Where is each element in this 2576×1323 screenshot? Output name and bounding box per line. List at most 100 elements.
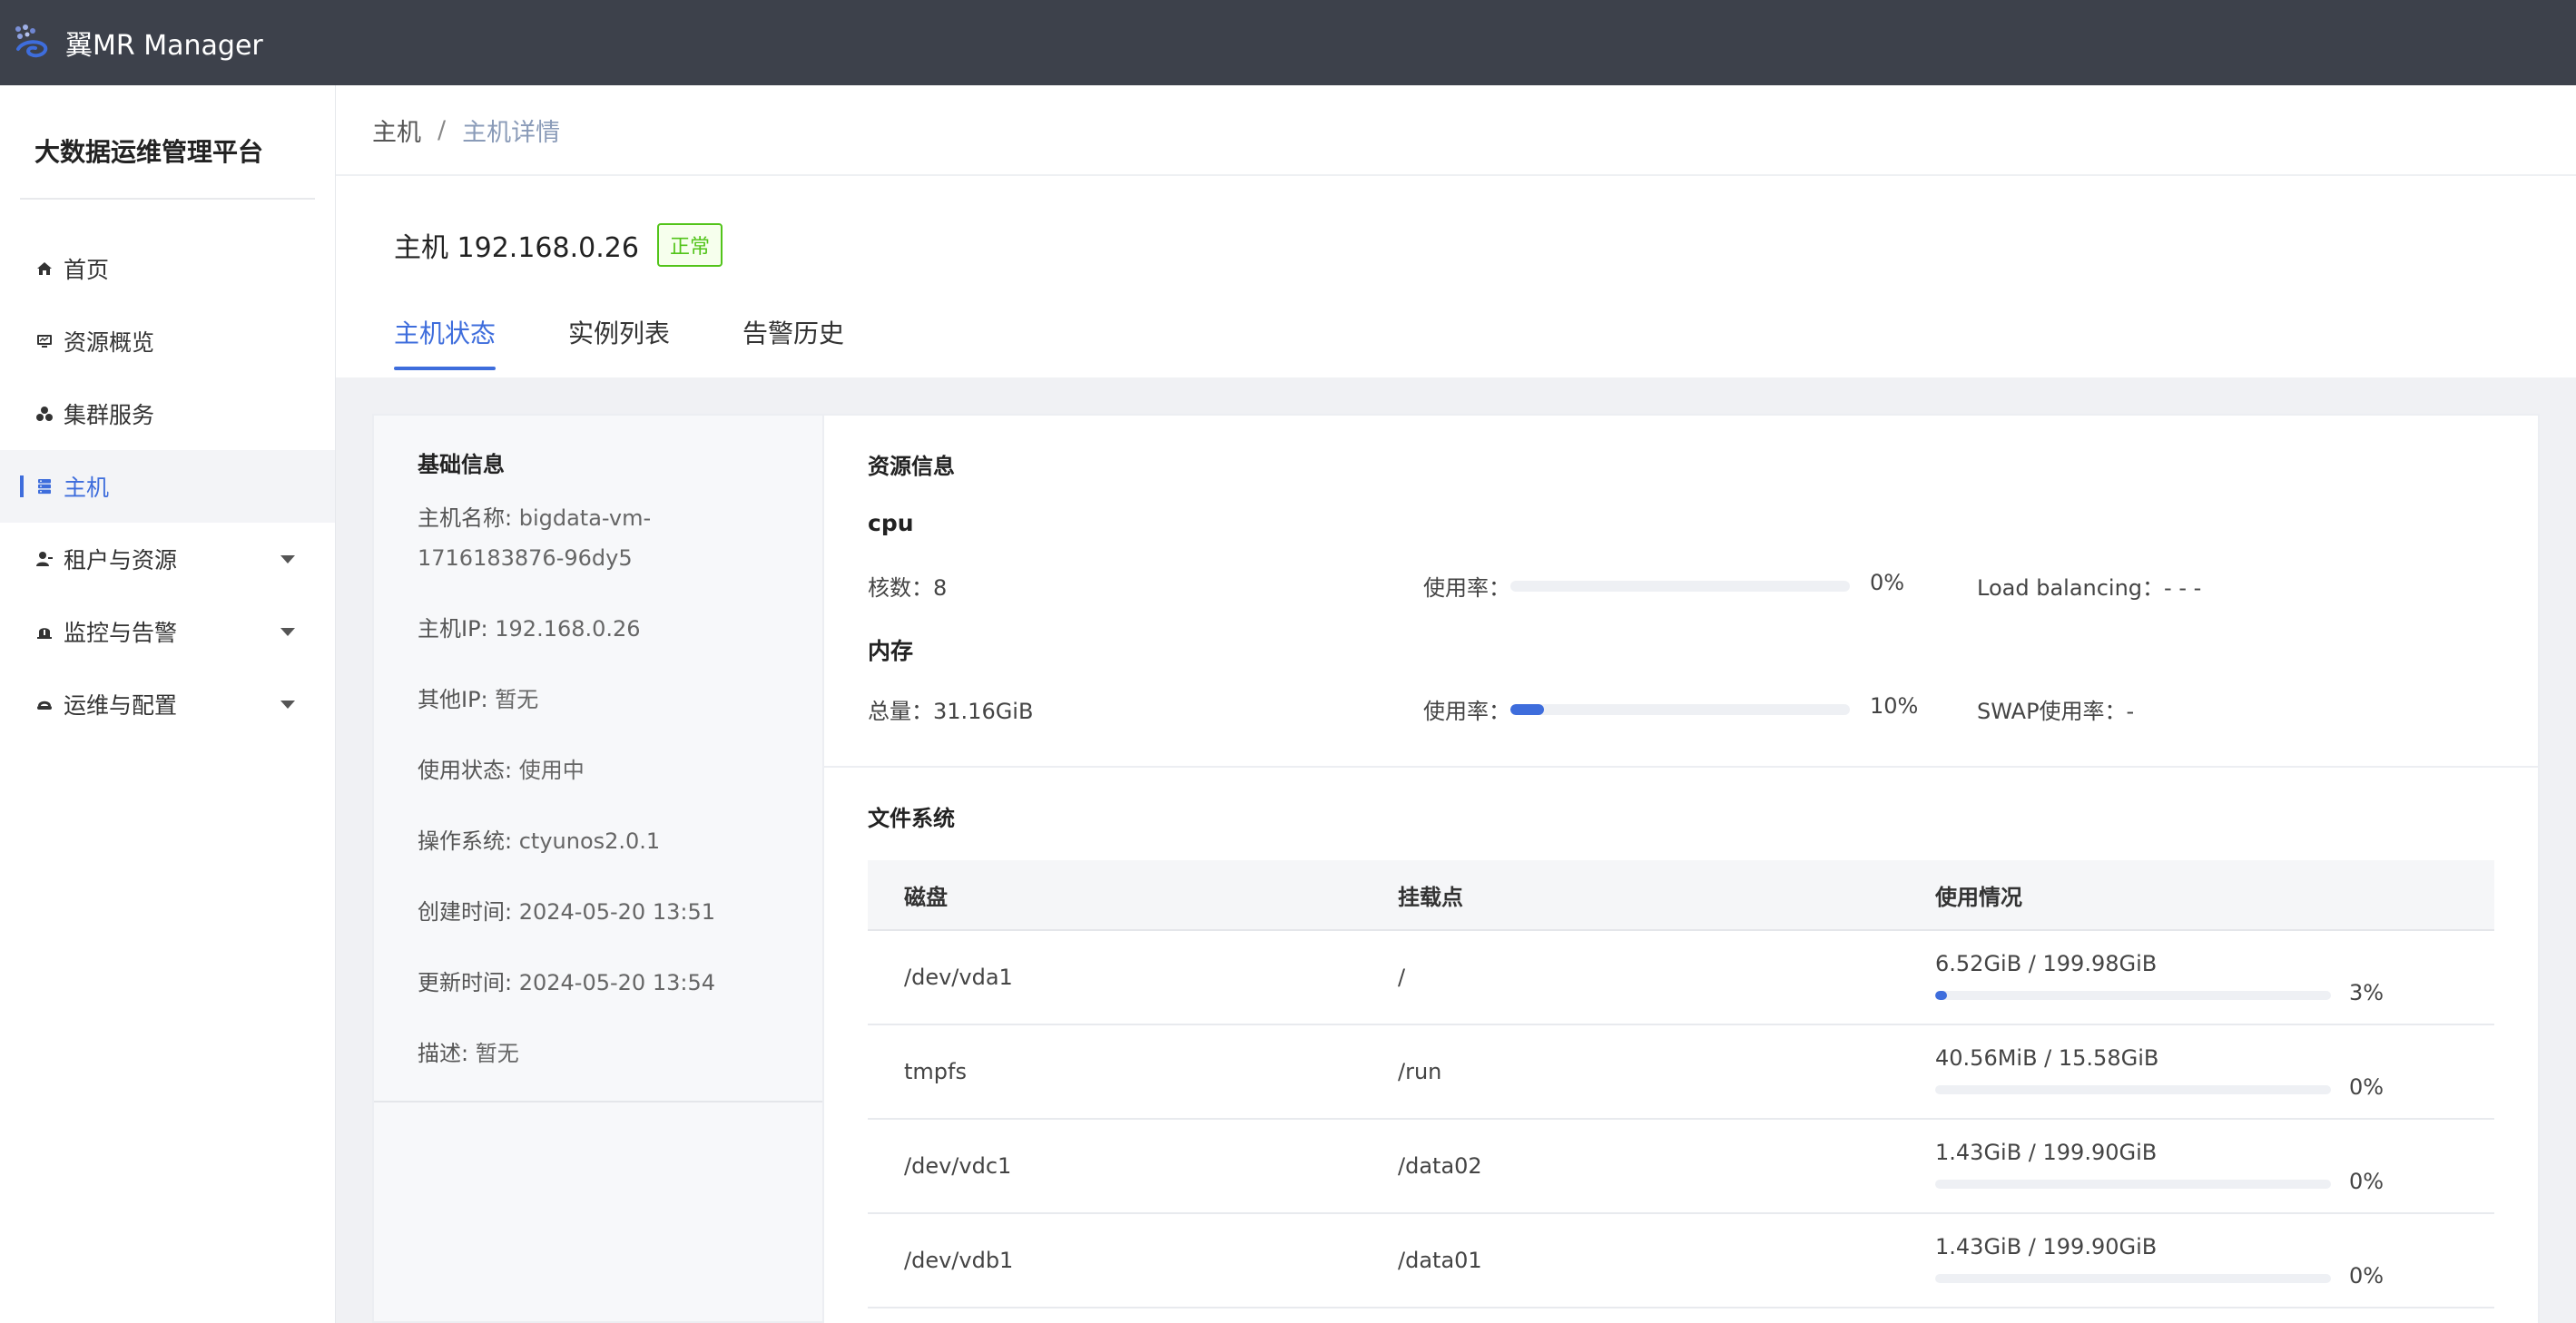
resource-info-panel: 资源信息 cpu 核数：8 使用率： 0% Load balancing：- -… xyxy=(824,414,2540,768)
tab-alarm-history[interactable]: 告警历史 xyxy=(742,314,844,370)
swap-usage: SWAP使用率：- xyxy=(1977,693,2134,725)
breadcrumb: 主机 / 主机详情 xyxy=(336,85,2576,176)
info-value: 2024-05-20 13:54 xyxy=(518,970,715,995)
sidebar: 大数据运维管理平台 首页 资源概览 集群服务 主机 租户与资源 监控与告警 运维… xyxy=(0,85,336,1323)
sidebar-item-home[interactable]: 首页 xyxy=(0,232,335,305)
cell-disk: /dev/vdb1 xyxy=(904,1248,1014,1273)
usage-bar xyxy=(1935,1180,2331,1189)
cpu-load-balancing: Load balancing：- - - xyxy=(1977,570,2201,602)
cpu-cores-value: 8 xyxy=(933,575,948,601)
info-key: 操作系统: xyxy=(418,828,519,854)
tools-icon xyxy=(34,694,54,714)
info-key: 更新时间: xyxy=(418,970,519,995)
info-value: 暂无 xyxy=(495,687,539,712)
column-header-usage: 使用情况 xyxy=(1935,884,2022,910)
app-title[interactable]: 翼MR Manager xyxy=(65,23,263,63)
sidebar-item-cluster-service[interactable]: 集群服务 xyxy=(0,377,335,450)
sidebar-item-label: 资源概览 xyxy=(64,329,155,356)
usage-text: 6.52GiB / 199.98GiB xyxy=(1935,951,2158,976)
memory-total-label: 总量： xyxy=(868,699,933,724)
table-row: /dev/vdb1 /data01 1.43GiB / 199.90GiB 0% xyxy=(868,1214,2494,1308)
cell-disk: /dev/vda1 xyxy=(904,965,1013,990)
usage-bar xyxy=(1935,1085,2331,1094)
filesystem-title: 文件系统 xyxy=(868,806,955,831)
cell-mount: /run xyxy=(1398,1059,1442,1084)
memory-usage-percent: 10% xyxy=(1870,693,1919,719)
sidebar-item-label: 监控与告警 xyxy=(64,620,178,646)
info-other-ip: 其他IP: 暂无 xyxy=(418,680,779,720)
info-created-time: 创建时间: 2024-05-20 13:51 xyxy=(418,892,779,932)
cell-usage: 1.43GiB / 199.90GiB 0% xyxy=(1935,1120,2494,1212)
usage-percent: 0% xyxy=(2349,1263,2384,1289)
cell-disk: /dev/vdc1 xyxy=(904,1153,1012,1179)
info-key: 描述: xyxy=(418,1041,476,1066)
info-key: 其他IP: xyxy=(418,687,496,712)
memory-total: 总量：31.16GiB xyxy=(868,693,1033,725)
server-icon xyxy=(34,476,54,496)
breadcrumb-current: 主机详情 xyxy=(462,118,561,147)
info-value: 192.168.0.26 xyxy=(495,616,641,642)
tab-host-status[interactable]: 主机状态 xyxy=(394,314,497,370)
info-key: 主机名称: xyxy=(418,505,519,531)
basic-info-content: 基础信息 主机名称: bigdata-vm-1716183876-96dy5 主… xyxy=(374,416,822,1102)
sidebar-item-label: 集群服务 xyxy=(64,402,155,428)
memory-usage-bar xyxy=(1510,704,1850,715)
table-row: /dev/vda1 / 6.52GiB / 199.98GiB 3% xyxy=(868,931,2494,1025)
breadcrumb-separator: / xyxy=(438,115,447,144)
usage-text: 40.56MiB / 15.58GiB xyxy=(1935,1045,2159,1071)
monitor-icon xyxy=(34,331,54,351)
sidebar-item-host[interactable]: 主机 xyxy=(0,450,335,523)
table-header: 磁盘 挂载点 使用情况 xyxy=(868,860,2494,931)
memory-total-value: 31.16GiB xyxy=(933,699,1034,724)
swap-usage-value: - xyxy=(2126,699,2135,724)
column-header-disk: 磁盘 xyxy=(904,884,948,910)
cell-usage: 6.52GiB / 199.98GiB 3% xyxy=(1935,931,2494,1024)
chevron-down-icon[interactable] xyxy=(280,628,295,636)
page-title: 主机 192.168.0.26 xyxy=(394,232,639,264)
cluster-icon xyxy=(34,404,54,424)
info-description: 描述: 暂无 xyxy=(418,1034,779,1073)
info-use-status: 使用状态: 使用中 xyxy=(418,750,779,790)
logo-icon[interactable] xyxy=(11,22,53,64)
info-value: ctyunos2.0.1 xyxy=(518,828,661,854)
page-header: 主机 / 主机详情 主机 192.168.0.26 正常 主机状态 实例列表 告… xyxy=(336,85,2576,377)
info-key: 使用状态: xyxy=(418,758,519,783)
sidebar-nav: 首页 资源概览 集群服务 主机 租户与资源 监控与告警 运维与配置 xyxy=(0,232,335,740)
usage-bar xyxy=(1935,991,2331,1000)
usage-bar xyxy=(1935,1274,2331,1283)
usage-percent: 0% xyxy=(2349,1169,2384,1194)
host-title-row: 主机 192.168.0.26 正常 xyxy=(394,223,723,267)
sidebar-item-ops-config[interactable]: 运维与配置 xyxy=(0,668,335,740)
sidebar-item-label: 运维与配置 xyxy=(64,692,178,719)
sidebar-item-tenant-resource[interactable]: 租户与资源 xyxy=(0,523,335,595)
sidebar-item-resource-overview[interactable]: 资源概览 xyxy=(0,305,335,377)
cpu-usage-label: 使用率： xyxy=(1423,575,1510,601)
info-host-ip: 主机IP: 192.168.0.26 xyxy=(418,609,779,649)
column-header-mount: 挂载点 xyxy=(1398,884,1463,910)
info-value: 使用中 xyxy=(518,758,585,783)
user-icon xyxy=(34,549,54,569)
cpu-cores-label: 核数： xyxy=(868,575,933,601)
load-balancing-value: - - - xyxy=(2164,575,2202,601)
memory-section-title: 内存 xyxy=(868,638,914,664)
breadcrumb-host-link[interactable]: 主机 xyxy=(372,113,421,148)
info-key: 创建时间: xyxy=(418,899,519,925)
memory-usage-label: 使用率： xyxy=(1423,699,1510,724)
tab-bar: 主机状态 实例列表 告警历史 xyxy=(394,314,917,370)
status-badge: 正常 xyxy=(656,223,723,267)
cpu-usage-bar xyxy=(1510,581,1850,592)
info-value: 暂无 xyxy=(475,1041,519,1066)
cell-mount: /data01 xyxy=(1398,1248,1482,1273)
usage-text: 1.43GiB / 199.90GiB xyxy=(1935,1140,2158,1165)
chevron-down-icon[interactable] xyxy=(280,701,295,709)
sidebar-item-monitor-alarm[interactable]: 监控与告警 xyxy=(0,595,335,668)
chevron-down-icon[interactable] xyxy=(280,555,295,564)
cell-mount: /data02 xyxy=(1398,1153,1482,1179)
platform-title: 大数据运维管理平台 xyxy=(34,137,264,167)
usage-percent: 0% xyxy=(2349,1074,2384,1100)
tab-instance-list[interactable]: 实例列表 xyxy=(568,314,670,370)
cpu-usage-percent: 0% xyxy=(1870,570,1905,595)
filesystem-panel: 文件系统 磁盘 挂载点 使用情况 /dev/vda1 / 6.52GiB / 1… xyxy=(824,768,2540,1323)
filesystem-table: 磁盘 挂载点 使用情况 /dev/vda1 / 6.52GiB / 199.98… xyxy=(868,860,2494,1308)
load-balancing-label: Load balancing： xyxy=(1977,575,2165,601)
